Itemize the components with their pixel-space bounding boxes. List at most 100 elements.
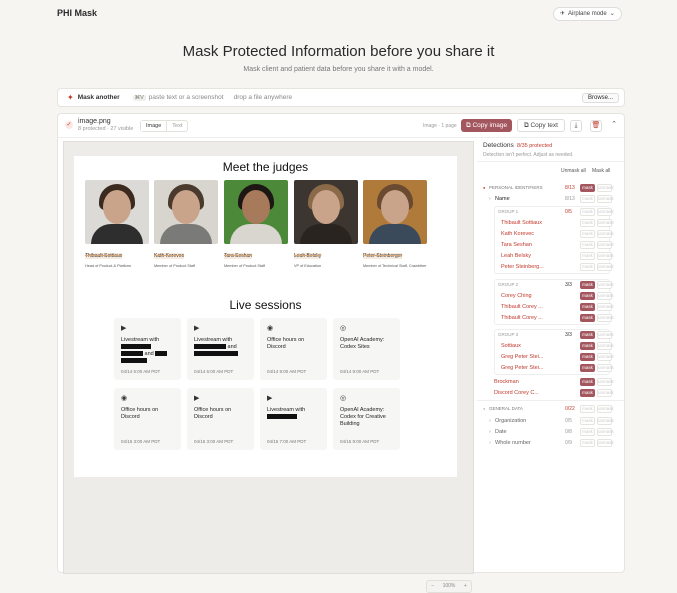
- unmask-pill[interactable]: unmask: [597, 184, 614, 192]
- judge-role: Head of Product & Platform: [85, 264, 132, 268]
- group-label: GROUP 3: [498, 332, 519, 337]
- unmask-pill[interactable]: unmask: [597, 389, 614, 397]
- type-whole-number[interactable]: › Whole number 0/9 mask unmask: [477, 438, 624, 448]
- unmask-pill[interactable]: unmask: [597, 281, 614, 289]
- type-label: Organization: [495, 418, 527, 424]
- browse-button[interactable]: Browse...: [581, 92, 619, 103]
- type-label: Date: [495, 429, 507, 435]
- entity-row[interactable]: Brockman mask unmask: [477, 377, 624, 387]
- group-count: 3/3: [565, 332, 572, 338]
- discord-icon: ◉: [267, 325, 274, 332]
- entity-row[interactable]: Thibault Corey ... mask unmask: [477, 313, 624, 323]
- type-name[interactable]: › Name 8/13 mask unmask: [477, 194, 624, 204]
- entity-row[interactable]: Kath Korevec mask unmask: [477, 229, 624, 239]
- type-organization[interactable]: › Organization 0/5 mask unmask: [477, 416, 624, 426]
- mask-pill[interactable]: mask: [580, 364, 595, 372]
- mask-pill[interactable]: mask: [580, 303, 595, 311]
- trash-icon[interactable]: 🗑: [590, 120, 602, 132]
- unmask-pill[interactable]: unmask: [597, 342, 614, 350]
- mask-pill[interactable]: mask: [580, 378, 595, 386]
- session-card: ◎ OpenAI Academy: Codex for Creative Bui…: [333, 388, 400, 450]
- mask-pill[interactable]: mask: [580, 208, 595, 216]
- copy-image-button[interactable]: ⧉ Copy image: [461, 119, 513, 132]
- entity-row[interactable]: Sottiaux mask unmask: [477, 341, 624, 351]
- session-title: OpenAI Academy: Codex for Creative Build…: [340, 407, 386, 427]
- unmask-pill[interactable]: unmask: [597, 405, 614, 413]
- unmask-pill[interactable]: unmask: [597, 314, 614, 322]
- entity-row[interactable]: Peter Steinberg... mask unmask: [477, 262, 624, 272]
- unmask-pill[interactable]: unmask: [597, 263, 614, 271]
- unmask-pill[interactable]: unmask: [597, 230, 614, 238]
- mask-pill[interactable]: mask: [580, 353, 595, 361]
- unmask-pill[interactable]: unmask: [597, 219, 614, 227]
- checkmark-icon[interactable]: ✓: [65, 121, 73, 129]
- unmask-pill[interactable]: unmask: [597, 378, 614, 386]
- category-count: 0/22: [565, 406, 575, 412]
- judge-card: Tara Seshan Member of Product Staff: [224, 180, 288, 269]
- mask-pill[interactable]: mask: [580, 263, 595, 271]
- mask-pill[interactable]: mask: [580, 252, 595, 260]
- mask-pill[interactable]: mask: [580, 241, 595, 249]
- chevron-down-icon: ⌄: [609, 11, 615, 17]
- airplane-mode-label: Airplane mode: [568, 11, 607, 17]
- mask-pill[interactable]: mask: [580, 428, 595, 436]
- mask-pill[interactable]: mask: [580, 405, 595, 413]
- unmask-pill[interactable]: unmask: [597, 353, 614, 361]
- entity-label: Greg Peter Stei...: [501, 354, 544, 360]
- category-general[interactable]: ● GENERAL DATA 0/22 mask unmask: [477, 404, 624, 414]
- paste-drop-zone[interactable]: ✦ Mask another ⌘V paste text or a screen…: [57, 88, 625, 107]
- unmask-pill[interactable]: unmask: [597, 241, 614, 249]
- unmask-pill[interactable]: unmask: [597, 331, 614, 339]
- judge-photo: [294, 180, 358, 244]
- entity-label: Corey Ching: [501, 293, 532, 299]
- copy-text-button[interactable]: ⧉ Copy text: [517, 119, 565, 132]
- unmask-pill[interactable]: unmask: [597, 303, 614, 311]
- discord-icon: ◉: [121, 395, 128, 402]
- airplane-mode-button[interactable]: ✈ Airplane mode ⌄: [553, 7, 622, 21]
- mask-pill[interactable]: mask: [580, 331, 595, 339]
- unmask-pill[interactable]: unmask: [597, 195, 614, 203]
- mask-pill[interactable]: mask: [580, 314, 595, 322]
- mask-pill[interactable]: mask: [580, 439, 595, 447]
- unmask-pill[interactable]: unmask: [597, 364, 614, 372]
- group-2-header: GROUP 2 3/3 mask unmask: [477, 280, 624, 290]
- judge-name: Leah Belsky: [294, 253, 322, 259]
- collapse-chevron-icon[interactable]: ⌃: [608, 120, 620, 132]
- mask-pill[interactable]: mask: [580, 281, 595, 289]
- entity-row[interactable]: Thibault Corey ... mask unmask: [477, 302, 624, 312]
- openai-icon: ◎: [340, 395, 347, 402]
- unmask-pill[interactable]: unmask: [597, 292, 614, 300]
- unmask-pill[interactable]: unmask: [597, 428, 614, 436]
- type-date[interactable]: › Date 0/8 mask unmask: [477, 427, 624, 437]
- mask-pill[interactable]: mask: [580, 292, 595, 300]
- mask-pill[interactable]: mask: [580, 184, 595, 192]
- unmask-all-button[interactable]: Unmask all: [561, 168, 586, 174]
- unmask-pill[interactable]: unmask: [597, 252, 614, 260]
- tab-text[interactable]: Text: [167, 121, 187, 131]
- mask-pill[interactable]: mask: [580, 195, 595, 203]
- zoom-in-icon[interactable]: +: [464, 581, 467, 592]
- zoom-out-icon[interactable]: −: [431, 581, 434, 592]
- entity-row[interactable]: Tara Seshan mask unmask: [477, 240, 624, 250]
- entity-row[interactable]: Discord Corey C... mask unmask: [477, 388, 624, 398]
- unmask-pill[interactable]: unmask: [597, 439, 614, 447]
- mask-pill[interactable]: mask: [580, 342, 595, 350]
- mask-pill[interactable]: mask: [580, 389, 595, 397]
- unmask-pill[interactable]: unmask: [597, 417, 614, 425]
- tab-image[interactable]: Image: [141, 121, 168, 131]
- mask-pill[interactable]: mask: [580, 417, 595, 425]
- entity-row[interactable]: Greg Peter Stei... mask unmask: [477, 352, 624, 362]
- mask-pill[interactable]: mask: [580, 230, 595, 238]
- unmask-pill[interactable]: unmask: [597, 208, 614, 216]
- entity-row[interactable]: Leah Belsky mask unmask: [477, 251, 624, 261]
- mask-all-button[interactable]: Mask all: [592, 168, 610, 174]
- session-title: Office hours on Discord: [121, 407, 159, 420]
- mask-pill[interactable]: mask: [580, 219, 595, 227]
- category-personal[interactable]: ● PERSONAL IDENTIFIERS 8/13 mask unmask: [477, 183, 624, 193]
- entity-row[interactable]: Greg Peter Stei... mask unmask: [477, 363, 624, 373]
- entity-row[interactable]: Thibault Sottiaux mask unmask: [477, 218, 624, 228]
- mask-another-button[interactable]: Mask another: [78, 94, 120, 101]
- file-header: ✓ image.png 8 protected · 27 visible Ima…: [58, 114, 624, 138]
- download-icon[interactable]: ⤓: [570, 120, 582, 132]
- entity-row[interactable]: Corey Ching mask unmask: [477, 291, 624, 301]
